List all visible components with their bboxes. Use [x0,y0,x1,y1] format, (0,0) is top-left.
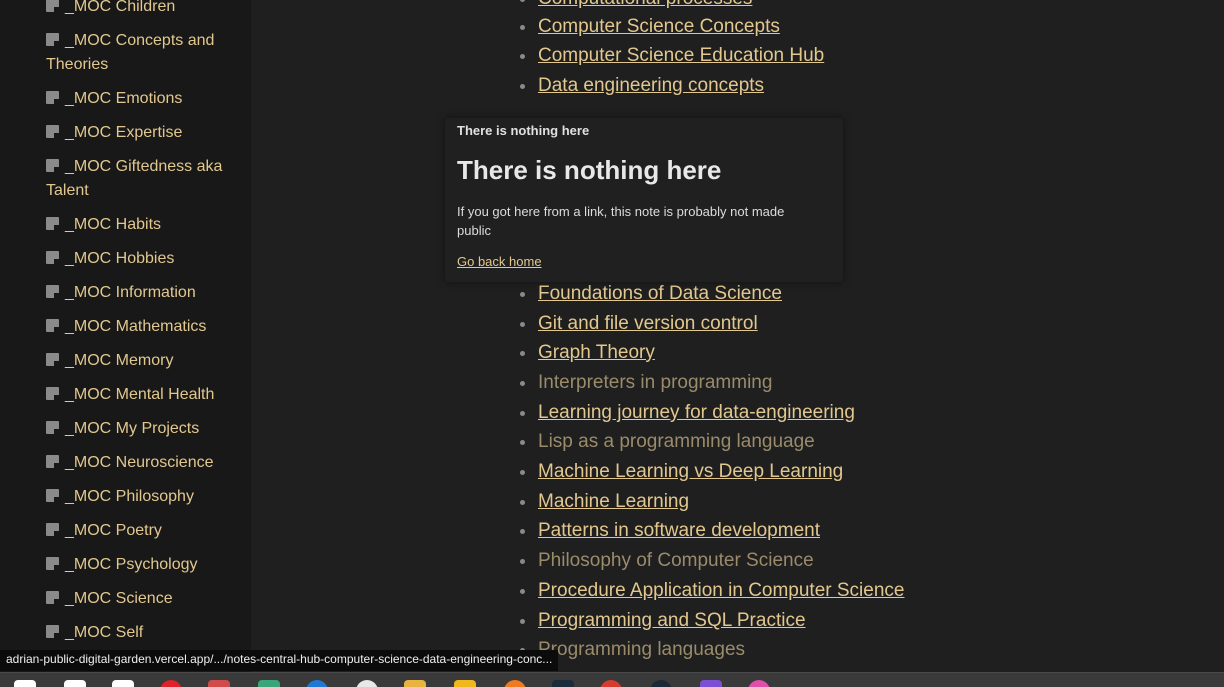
note-link[interactable]: Graph Theory [538,340,655,366]
list-bullet [520,500,525,505]
go-back-home-link[interactable]: Go back home [457,254,542,269]
steam-icon[interactable] [650,680,672,687]
list-bullet [520,0,525,2]
note-link[interactable]: Computer Science Education Hub [538,43,824,69]
list-bullet [520,54,525,59]
list-bullet [520,292,525,297]
chat-icon[interactable] [258,680,280,687]
list-bullet [520,440,525,445]
status-bar-url: adrian-public-digital-garden.vercel.app/… [0,650,559,671]
note-link-list: Computational processes Computer Science … [0,0,1224,672]
note-link[interactable]: Philosophy of Computer Science [538,548,814,574]
note-link[interactable]: Lisp as a programming language [538,429,815,455]
start-icon[interactable] [14,680,36,687]
github-icon[interactable] [356,680,378,687]
note-link[interactable]: Learning journey for data-engineering [538,400,855,426]
note-link[interactable]: Patterns in software development [538,518,820,544]
obsidian-icon[interactable] [700,680,722,687]
popover-title: There is nothing here [457,155,722,185]
not-found-popover: There is nothing here There is nothing h… [445,118,843,282]
taskbar [0,672,1224,687]
note-link[interactable]: Computational processes [538,0,752,12]
list-bullet [520,559,525,564]
terminal-icon[interactable] [552,680,574,687]
popover-header: There is nothing here [457,123,590,138]
edge-icon[interactable] [306,680,328,687]
list-bullet [520,351,525,356]
note-link[interactable]: Computer Science Concepts [538,14,780,40]
list-bullet [520,25,525,30]
popover-description: If you got here from a link, this note i… [457,204,785,238]
app2-icon[interactable] [748,680,770,687]
note-link[interactable]: Procedure Application in Computer Scienc… [538,578,904,604]
list-bullet [520,470,525,475]
note-link[interactable]: Data engineering concepts [538,73,764,99]
list-bullet [520,381,525,386]
task-view-icon[interactable] [112,680,134,687]
list-bullet [520,529,525,534]
app-icon[interactable] [208,680,230,687]
list-bullet [520,411,525,416]
opera-icon[interactable] [160,680,182,687]
notes-icon[interactable] [454,680,476,687]
note-link[interactable]: Programming languages [538,637,745,663]
list-bullet [520,619,525,624]
firefox-icon[interactable] [504,680,526,687]
note-link[interactable]: Machine Learning vs Deep Learning [538,459,843,485]
note-link[interactable]: Interpreters in programming [538,370,772,396]
list-bullet [520,322,525,327]
folder-icon[interactable] [404,680,426,687]
list-bullet [520,84,525,89]
list-bullet [520,589,525,594]
note-link[interactable]: Foundations of Data Science [538,281,782,307]
note-link[interactable]: Programming and SQL Practice [538,608,806,634]
search-icon[interactable] [64,680,86,687]
chrome-icon[interactable] [600,680,622,687]
note-link[interactable]: Git and file version control [538,311,758,337]
note-link[interactable]: Machine Learning [538,489,689,515]
